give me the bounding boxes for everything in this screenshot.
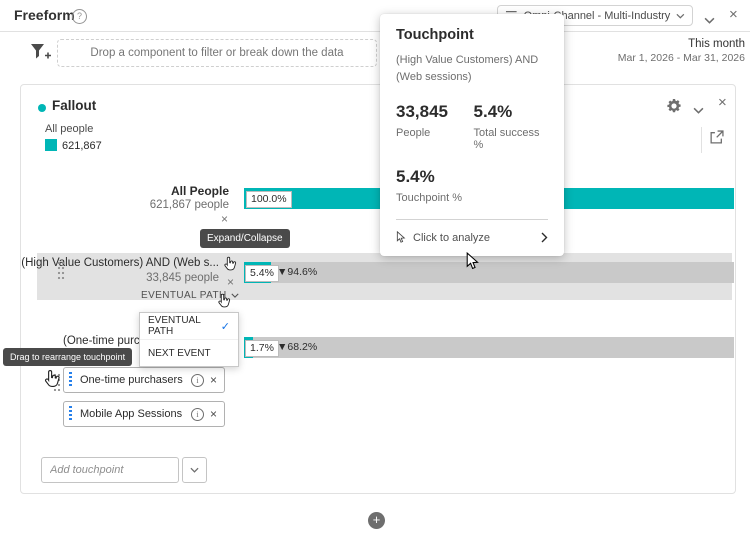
open-in-new-icon[interactable] (709, 130, 724, 145)
close-freeform-icon[interactable]: × (729, 7, 738, 22)
chip-drag-handle[interactable] (69, 372, 72, 388)
collapse-viz-icon[interactable] (693, 101, 704, 119)
expand-collapse-tooltip: Expand/Collapse (200, 229, 290, 248)
legend-value: 621,867 (62, 140, 102, 152)
info-icon[interactable]: i (190, 407, 204, 421)
chevron-down-icon (704, 17, 715, 24)
touchpoint-popup: Touchpoint (High Value Customers) AND (W… (380, 14, 564, 257)
menu-item-eventual-path[interactable]: EVENTUAL PATH ✓ (140, 313, 238, 339)
touchpoint-pct-label: Touchpoint % (396, 192, 463, 205)
click-to-analyze[interactable]: Click to analyze (396, 231, 548, 244)
hand-cursor-icon (218, 293, 231, 308)
date-range[interactable]: This month Mar 1, 2026 - Mar 31, 2026 (590, 38, 745, 64)
hand-cursor-icon (224, 256, 237, 271)
path-type-label: EVENTUAL PATH (141, 290, 227, 301)
remove-icon[interactable]: × (210, 407, 217, 421)
drag-handle-dots[interactable] (57, 261, 65, 279)
divider (701, 127, 702, 153)
menu-item-next-event[interactable]: NEXT EVENT (140, 339, 238, 366)
fallout-row-label[interactable]: All People (21, 184, 229, 198)
fallout-row-label[interactable]: (High Value Customers) AND (Web s... (21, 257, 219, 269)
legend-label: All people (45, 123, 94, 135)
chevron-down-icon (230, 293, 239, 298)
touchpoint-label: One-time purchasers (80, 374, 183, 386)
chevron-down-icon (676, 13, 685, 19)
touchpoint-chip[interactable]: Mobile App Sessions i × (63, 401, 225, 427)
people-value: 33,845 (396, 102, 448, 122)
total-success-value: 5.4% (473, 102, 513, 122)
touchpoint-pct-value: 5.4% (396, 167, 435, 187)
chip-drag-handle[interactable] (69, 406, 72, 422)
fallout-panel: Fallout × All people 621,867 All People … (3, 84, 736, 494)
mouse-cursor-icon (466, 252, 479, 270)
page-title: Freeform (14, 7, 75, 23)
drag-tooltip: Drag to rearrange touchpoint (3, 348, 133, 366)
remove-touchpoint-icon[interactable]: × (227, 276, 234, 288)
analysis-workspace-panel: Freeform ? Omni-Channel - Multi-Industry… (0, 0, 750, 538)
date-range-label: This month (688, 38, 745, 50)
chevron-right-icon (541, 232, 548, 243)
info-icon[interactable]: i (190, 373, 204, 387)
people-label: People (396, 127, 431, 140)
click-to-analyze-label: Click to analyze (413, 231, 491, 244)
check-icon: ✓ (220, 320, 230, 333)
hand-cursor-icon (45, 369, 60, 387)
add-touchpoint-dropdown-button[interactable] (182, 457, 207, 483)
fallout-dropoff-pct: ▼68.2% (277, 341, 318, 353)
fallout-bar-dropoff[interactable] (253, 337, 734, 358)
viz-title: Fallout (52, 98, 97, 113)
fallout-bar-pct: 5.4% (245, 265, 279, 282)
help-icon[interactable]: ? (72, 9, 87, 24)
fallout-row-count: 621,867 people (149, 199, 229, 211)
filter-icon[interactable] (30, 43, 52, 61)
touchpoint-chip[interactable]: One-time purchasers i × (63, 367, 225, 393)
touchpoint-label: Mobile App Sessions (80, 408, 183, 420)
close-viz-icon[interactable]: × (718, 94, 727, 111)
panel-title-bar: Freeform ? Omni-Channel - Multi-Industry… (0, 0, 750, 32)
popup-subtitle: (High Value Customers) AND (Web sessions… (396, 54, 539, 84)
fallout-bar-pct: 100.0% (246, 191, 292, 208)
remove-icon[interactable]: × (210, 373, 217, 387)
menu-item-label: EVENTUAL PATH (148, 315, 201, 337)
fallout-dropoff-pct: ▼94.6% (277, 266, 318, 278)
date-range-dates: Mar 1, 2026 - Mar 31, 2026 (617, 52, 745, 64)
settings-gear-icon[interactable] (666, 98, 682, 114)
fallout-row-count: 33,845 people (146, 272, 219, 284)
legend-swatch (45, 139, 57, 151)
fallout-bar-pct: 1.7% (245, 340, 279, 357)
divider (396, 219, 548, 221)
menu-item-label: NEXT EVENT (148, 347, 211, 359)
chevron-down-icon (190, 467, 199, 473)
collapse-freeform-icon[interactable] (704, 11, 715, 29)
remove-touchpoint-icon[interactable]: × (221, 213, 228, 225)
filter-dropzone[interactable]: Drop a component to filter or break down… (57, 39, 377, 67)
add-panel-button[interactable]: + (368, 512, 385, 529)
analyze-cursor-icon (396, 231, 406, 243)
add-touchpoint-input[interactable] (41, 457, 179, 483)
viz-color-dot (38, 104, 46, 112)
path-type-menu: EVENTUAL PATH ✓ NEXT EVENT (139, 312, 239, 367)
total-success-label: Total success % (473, 127, 540, 152)
popup-title: Touchpoint (396, 27, 474, 43)
fallout-bar-dropoff[interactable] (271, 262, 734, 283)
